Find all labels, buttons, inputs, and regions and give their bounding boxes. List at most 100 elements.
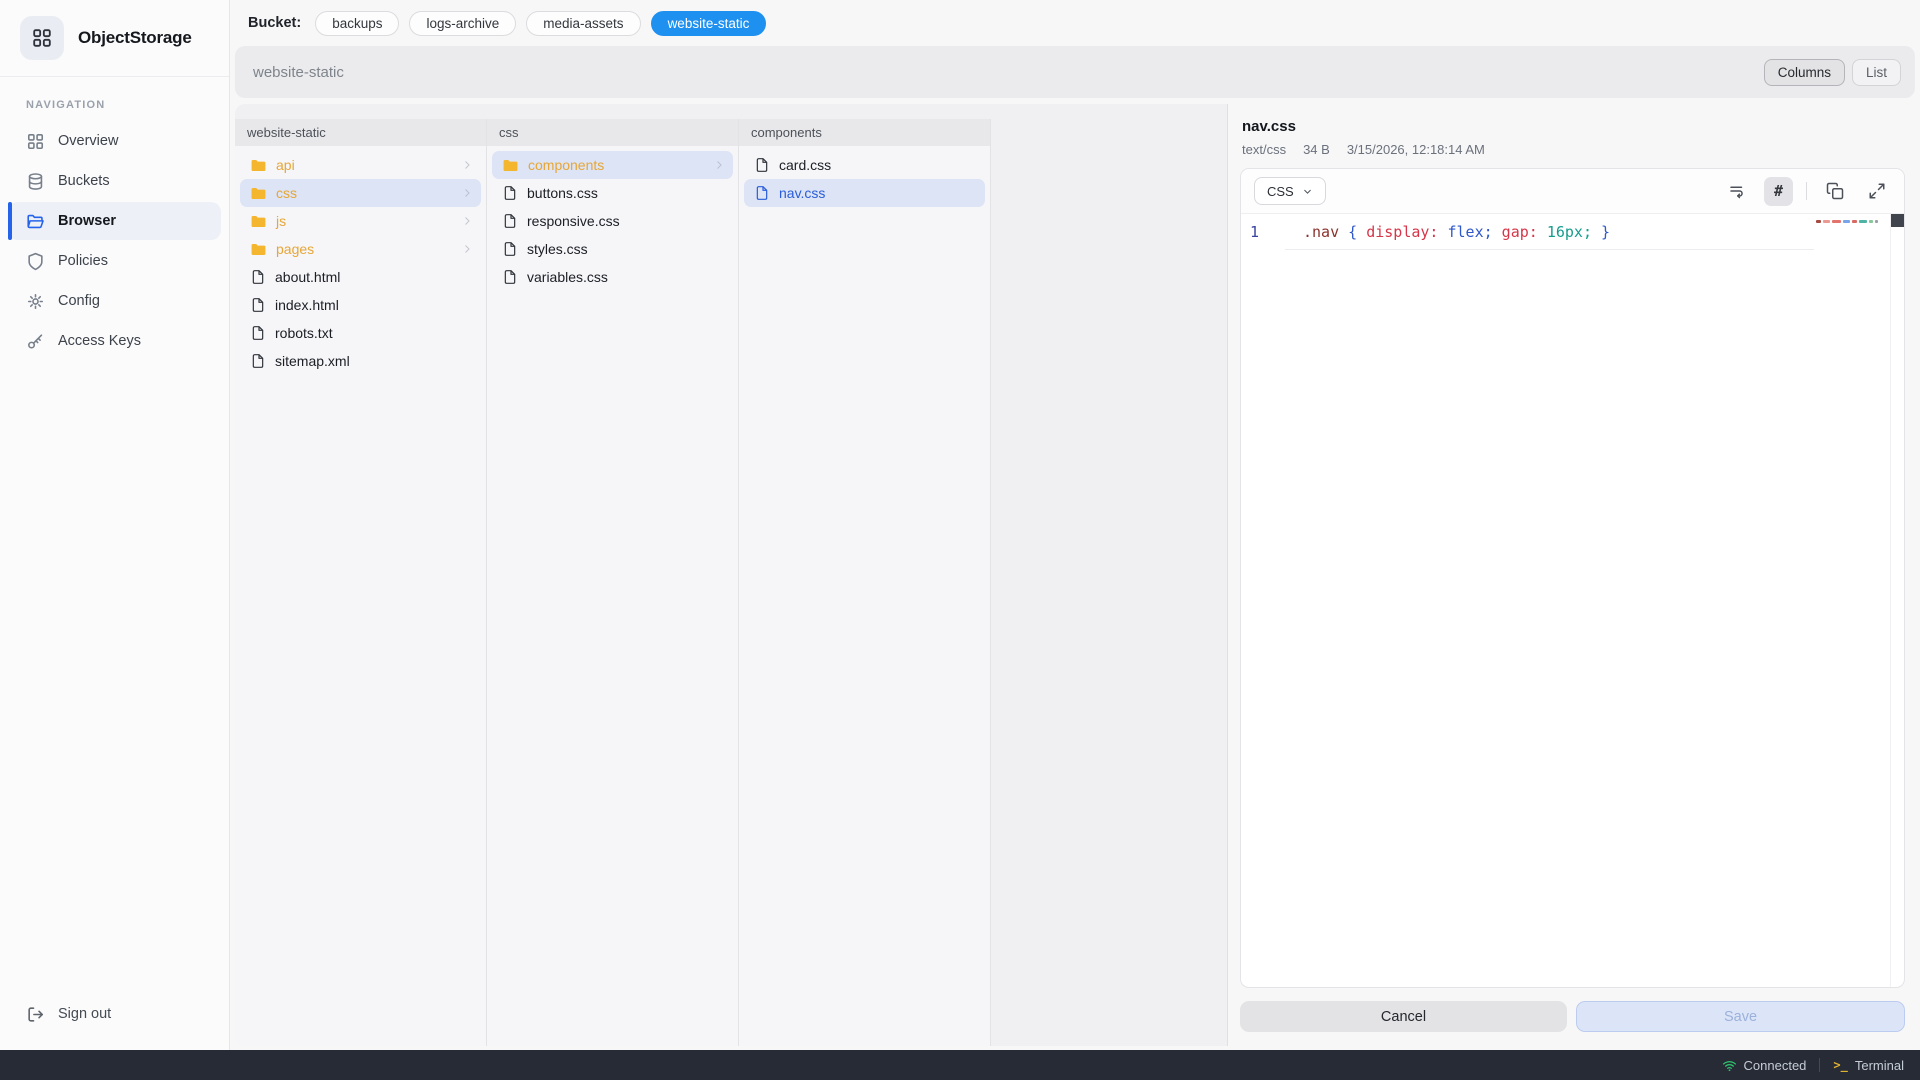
line-number: 1: [1241, 223, 1285, 241]
column-items: components buttons.css responsive.css: [487, 146, 738, 296]
file-icon: [250, 353, 266, 369]
code-token: gap:: [1493, 223, 1538, 241]
file-row-robots-txt[interactable]: robots.txt: [240, 319, 481, 347]
folder-icon: [250, 185, 267, 202]
file-mime-type: text/css: [1242, 142, 1286, 157]
columns-view-button[interactable]: Columns: [1764, 59, 1845, 86]
column-css: css components buttons.css: [487, 119, 739, 1046]
file-icon: [250, 325, 266, 341]
sidebar-item-access-keys[interactable]: Access Keys: [8, 322, 221, 360]
chevron-right-icon: [713, 159, 725, 171]
list-view-button[interactable]: List: [1852, 59, 1901, 86]
file-row-buttons-css[interactable]: buttons.css: [492, 179, 733, 207]
sidebar-item-config[interactable]: Config: [8, 282, 221, 320]
sign-out-label: Sign out: [58, 1006, 111, 1022]
expand-icon: [1868, 182, 1886, 200]
sidebar-item-label: Browser: [58, 213, 116, 229]
word-wrap-button[interactable]: [1722, 177, 1751, 206]
sidebar-item-overview[interactable]: Overview: [8, 122, 221, 160]
line-numbers-button[interactable]: #: [1764, 177, 1793, 206]
editor-scrollbar[interactable]: [1890, 214, 1904, 987]
scrollbar-thumb[interactable]: [1891, 214, 1904, 227]
database-icon: [26, 172, 45, 191]
chevron-right-icon: [461, 159, 473, 171]
file-row-variables-css[interactable]: variables.css: [492, 263, 733, 291]
sidebar-item-browser[interactable]: Browser: [8, 202, 221, 240]
folder-row-api[interactable]: api: [240, 151, 481, 179]
file-row-index-html[interactable]: index.html: [240, 291, 481, 319]
file-row-nav-css[interactable]: nav.css: [744, 179, 985, 207]
item-name: variables.css: [527, 269, 608, 285]
item-name: buttons.css: [527, 185, 598, 201]
grid-icon: [26, 132, 45, 151]
bucket-chip-logs-archive[interactable]: logs-archive: [409, 11, 516, 36]
file-icon: [754, 157, 770, 173]
file-row-about-html[interactable]: about.html: [240, 263, 481, 291]
editor-toolbar-actions: #: [1722, 177, 1891, 206]
folder-row-js[interactable]: js: [240, 207, 481, 235]
code-token: {: [1339, 223, 1366, 241]
file-row-responsive-css[interactable]: responsive.css: [492, 207, 733, 235]
sidebar-divider: [0, 76, 229, 77]
item-name: js: [276, 213, 286, 229]
language-select[interactable]: CSS: [1254, 177, 1326, 205]
shield-icon: [26, 252, 45, 271]
fullscreen-button[interactable]: [1862, 177, 1891, 206]
copy-button[interactable]: [1820, 177, 1849, 206]
hash-icon: #: [1774, 182, 1783, 200]
folder-icon: [250, 213, 267, 230]
path-bar: website-static Columns List: [235, 46, 1915, 98]
code-editor[interactable]: 1 .nav { display: flex; gap: 16px; }: [1241, 214, 1904, 987]
bucket-chip-media-assets[interactable]: media-assets: [526, 11, 640, 36]
folder-row-components[interactable]: components: [492, 151, 733, 179]
file-modified-date: 3/15/2026, 12:18:14 AM: [1347, 142, 1485, 157]
cancel-button[interactable]: Cancel: [1240, 1001, 1567, 1032]
sidebar-item-buckets[interactable]: Buckets: [8, 162, 221, 200]
file-row-styles-css[interactable]: styles.css: [492, 235, 733, 263]
wifi-icon: [1722, 1058, 1737, 1073]
sidebar-item-label: Buckets: [58, 173, 110, 189]
view-toggle: Columns List: [1764, 59, 1901, 86]
file-row-sitemap-xml[interactable]: sitemap.xml: [240, 347, 481, 375]
sidebar-item-label: Config: [58, 293, 100, 309]
item-name: robots.txt: [275, 325, 333, 341]
item-name: responsive.css: [527, 213, 620, 229]
status-bar: Connected >_ Terminal: [0, 1050, 1920, 1080]
code-line-1: 1 .nav { display: flex; gap: 16px; }: [1241, 214, 1904, 250]
file-icon: [502, 241, 518, 257]
folder-row-css[interactable]: css: [240, 179, 481, 207]
code-text: .nav { display: flex; gap: 16px; }: [1285, 223, 1610, 241]
grid-icon: [31, 27, 53, 49]
sign-out-button[interactable]: Sign out: [0, 992, 229, 1036]
bucket-chip-backups[interactable]: backups: [315, 11, 399, 36]
sidebar-item-policies[interactable]: Policies: [8, 242, 221, 280]
file-preview-panel: nav.css text/css 34 B 3/15/2026, 12:18:1…: [1227, 104, 1915, 1046]
file-icon: [502, 269, 518, 285]
miller-columns: website-static api css: [235, 104, 993, 1046]
terminal-button[interactable]: >_ Terminal: [1833, 1058, 1904, 1073]
file-icon: [502, 213, 518, 229]
column-header: components: [739, 119, 990, 146]
item-name: pages: [276, 241, 314, 257]
file-icon: [754, 185, 770, 201]
minimap: [1816, 220, 1878, 223]
chevron-right-icon: [461, 187, 473, 199]
app-window: ObjectStorage NAVIGATION Overview Bucket…: [0, 0, 1920, 1050]
preview-meta: text/css 34 B 3/15/2026, 12:18:14 AM: [1242, 142, 1899, 157]
app-logo: ObjectStorage: [0, 0, 229, 76]
sidebar-item-label: Overview: [58, 133, 118, 149]
connection-status-label: Connected: [1744, 1058, 1807, 1073]
file-row-card-css[interactable]: card.css: [744, 151, 985, 179]
code-token: }: [1592, 223, 1610, 241]
bucket-bar: Bucket: backups logs-archive media-asset…: [230, 0, 1920, 46]
file-icon: [502, 185, 518, 201]
item-name: card.css: [779, 157, 831, 173]
item-name: index.html: [275, 297, 339, 313]
key-icon: [26, 332, 45, 351]
word-wrap-icon: [1728, 182, 1746, 200]
chevron-down-icon: [1302, 186, 1313, 197]
save-button[interactable]: Save: [1576, 1001, 1905, 1032]
toolbar-divider: [1806, 182, 1807, 200]
bucket-chip-website-static[interactable]: website-static: [651, 11, 767, 36]
folder-row-pages[interactable]: pages: [240, 235, 481, 263]
